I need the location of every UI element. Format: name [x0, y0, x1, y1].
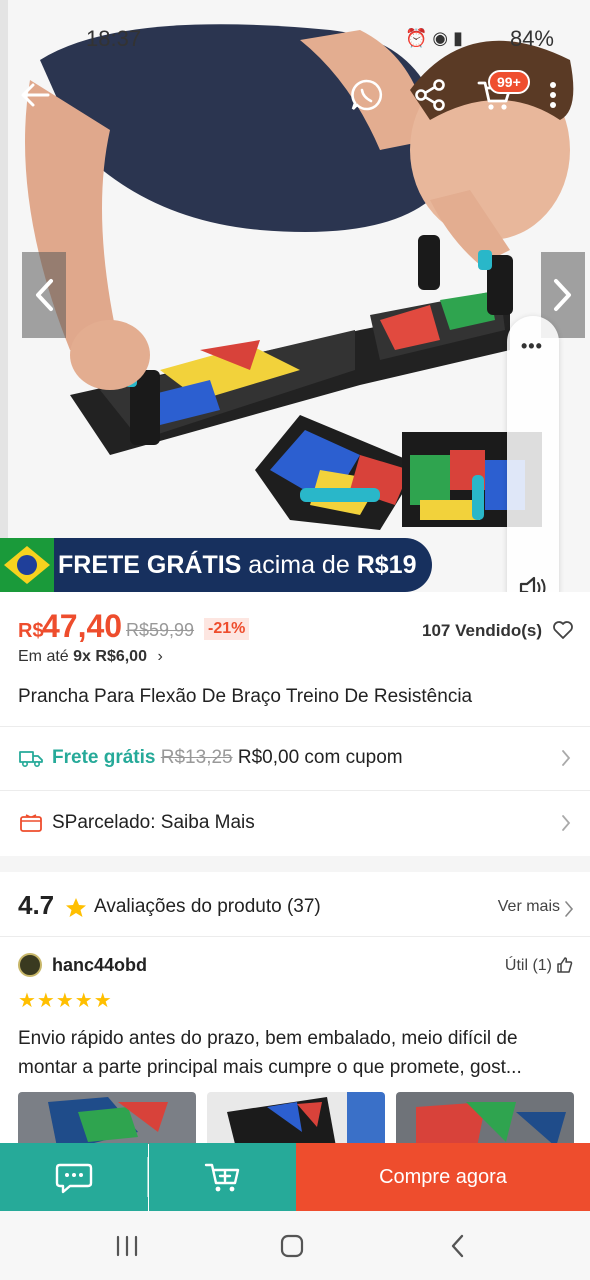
divider	[0, 726, 590, 727]
shipping-new-price: R$0,00 com cupom	[237, 747, 403, 768]
thumbs-up-icon[interactable]	[556, 956, 574, 974]
original-price: R$59,99	[126, 620, 195, 640]
reviewer-username: hanc44obd	[52, 955, 148, 975]
useful-count[interactable]: Útil (1)	[505, 957, 552, 975]
review-image[interactable]	[207, 1092, 385, 1144]
wallet-icon	[20, 814, 42, 832]
sparcelado-label: SParcelado: Saiba Mais	[52, 812, 255, 833]
share-button[interactable]	[405, 70, 455, 120]
banner-light-text: acima de	[248, 550, 350, 579]
shipping-old-price: R$13,25	[160, 747, 233, 768]
product-image-carousel[interactable]: 18:37 ⏰ ◉ ▮ 84% 99+ ••• FRETE GRÁTIS aci…	[0, 0, 590, 592]
chat-button[interactable]	[0, 1143, 148, 1211]
shipping-row[interactable]: Frete grátis R$13,25 R$0,00 com cupom	[0, 728, 590, 788]
current-price: 47,40	[42, 608, 123, 644]
see-more-link[interactable]: Ver mais	[498, 898, 560, 916]
sold-count: 107 Vendido(s)	[422, 621, 542, 640]
ratings-header: 4.7 Avaliações do produto (37) Ver mais	[18, 888, 574, 928]
review-media-strip[interactable]	[18, 1092, 590, 1144]
star-icon	[66, 898, 86, 917]
free-shipping-label: Frete grátis	[52, 747, 156, 768]
home-icon	[280, 1234, 304, 1258]
cart-count-badge: 99+	[488, 70, 530, 94]
battery-level: 84%	[509, 26, 554, 51]
favorite-button[interactable]	[552, 620, 574, 645]
status-time: 18:37	[86, 26, 142, 51]
share-icon	[415, 79, 445, 111]
arrow-left-icon	[21, 83, 50, 107]
chevron-right-icon	[562, 750, 571, 766]
whatsapp-share-button[interactable]	[342, 70, 392, 120]
ratings-title: Avaliações do produto (37)	[94, 896, 321, 917]
installment-amount: 9x R$6,00	[73, 648, 147, 665]
product-title: Prancha Para Flexão De Braço Treino De R…	[18, 686, 473, 707]
add-to-cart-icon	[204, 1163, 239, 1192]
divider	[0, 936, 590, 937]
discount-badge: -21%	[204, 618, 250, 640]
chat-icon	[55, 1163, 93, 1194]
avatar	[18, 953, 42, 977]
chevron-left-icon	[36, 279, 53, 311]
installment-prefix: Em até	[18, 648, 69, 665]
system-navigation-bar	[0, 1211, 590, 1280]
recent-apps-icon	[116, 1235, 138, 1257]
recent-apps-button[interactable]	[107, 1229, 147, 1263]
chevron-right-icon	[565, 901, 574, 917]
bottom-action-bar: Compre agora	[0, 1143, 590, 1211]
heart-icon	[553, 621, 573, 639]
more-options-button[interactable]	[533, 70, 573, 120]
buy-now-button[interactable]: Compre agora	[296, 1143, 590, 1211]
section-gap	[0, 856, 590, 872]
whatsapp-icon	[351, 79, 383, 111]
chevron-right-icon	[554, 279, 571, 311]
truck-icon	[19, 751, 43, 768]
drag-handle-icon[interactable]: •••	[521, 336, 543, 357]
review-header: hanc44obd Útil (1)	[18, 952, 574, 980]
review-text: Envio rápido antes do prazo, bem embalad…	[18, 1028, 522, 1078]
installment-info[interactable]: Em até 9x R$6,00 ›	[18, 648, 163, 666]
price-currency: R$	[18, 620, 44, 642]
speaker-icon	[519, 576, 546, 592]
status-icons: ⏰ ◉ ▮	[405, 28, 464, 48]
chevron-right-icon: ›	[157, 648, 163, 665]
banner-bold-text: FRETE GRÁTIS	[58, 550, 242, 579]
review-image[interactable]	[396, 1092, 574, 1144]
review-stars: ★★★★★	[18, 990, 113, 1012]
divider	[0, 790, 590, 791]
back-button[interactable]	[10, 70, 60, 120]
review-image[interactable]	[18, 1092, 196, 1144]
banner-amount-text: R$19	[356, 550, 417, 579]
kebab-menu-icon	[550, 82, 556, 108]
rating-score: 4.7	[18, 890, 55, 920]
sound-toggle-button[interactable]	[517, 574, 549, 592]
brazil-flag-icon	[0, 538, 54, 592]
sparcelado-row[interactable]: SParcelado: Saiba Mais	[0, 793, 590, 853]
free-shipping-banner: FRETE GRÁTIS acima de R$19	[0, 538, 432, 592]
home-button[interactable]	[272, 1229, 312, 1263]
status-bar: 18:37 ⏰ ◉ ▮ 84%	[0, 0, 590, 70]
price-row: R$ 47,40 R$59,99 -21% 107 Vendido(s)	[18, 608, 574, 644]
floating-video-panel[interactable]: •••	[507, 316, 559, 592]
carousel-prev-button[interactable]	[22, 252, 66, 338]
system-back-button[interactable]	[438, 1229, 478, 1263]
chevron-right-icon	[562, 815, 571, 831]
chevron-left-icon	[451, 1234, 464, 1258]
add-to-cart-button[interactable]	[149, 1143, 296, 1211]
